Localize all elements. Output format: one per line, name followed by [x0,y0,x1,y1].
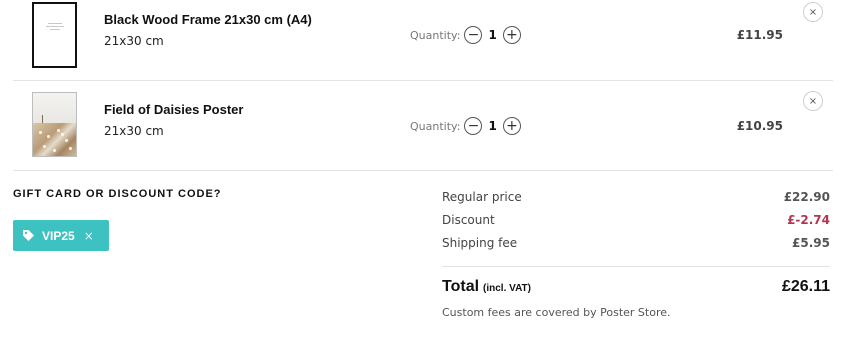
discount-code-label: VIP25 [42,228,75,243]
cart-item-frame: Black Wood Frame 21x30 cm (A4) 21x30 cm … [13,0,833,81]
quantity-value: 1 [488,28,497,42]
applied-discount-chip[interactable]: VIP25 × [13,220,109,251]
customs-fee-note: Custom fees are covered by Poster Store. [442,306,671,319]
remove-item-button[interactable]: × [803,91,823,111]
quantity-label: Quantity: [410,28,461,42]
quantity-stepper: Quantity: − 1 + [410,116,521,136]
tag-icon [22,229,35,242]
increase-quantity-button[interactable]: + [502,26,521,44]
shipping-label: Shipping fee [442,236,518,250]
quantity-stepper: Quantity: − 1 + [410,25,521,45]
quantity-value: 1 [488,119,497,133]
remove-item-button[interactable]: × [803,2,823,22]
total-label-text: Total [442,278,480,295]
shipping-row: Shipping fee £5.95 [442,236,830,259]
discount-row: Discount £-2.74 [442,213,830,236]
frame-mini-text [34,21,75,31]
regular-price-row: Regular price £22.90 [442,190,830,213]
summary-divider [442,266,830,267]
item-price: £11.95 [736,28,783,42]
poster-thumbnail-image[interactable] [32,92,77,157]
discount-code-heading[interactable]: GIFT CARD OR DISCOUNT CODE? [13,188,222,200]
discount-value: £-2.74 [787,213,830,227]
item-title[interactable]: Field of Daisies Poster [104,102,243,117]
remove-discount-button[interactable]: × [84,229,94,243]
total-label: Total (incl. VAT) [442,278,531,296]
item-title[interactable]: Black Wood Frame 21x30 cm (A4) [104,12,312,27]
item-size: 21x30 cm [104,124,164,138]
increase-quantity-button[interactable]: + [502,117,521,135]
frame-thumbnail-image[interactable] [32,2,77,68]
item-price: £10.95 [736,119,783,133]
regular-price-value: £22.90 [783,190,830,204]
cart-summary: Black Wood Frame 21x30 cm (A4) 21x30 cm … [0,0,846,338]
total-vat-note: (incl. VAT) [483,283,531,294]
order-summary: Regular price £22.90 Discount £-2.74 Shi… [442,190,830,319]
total-value: £26.11 [781,278,830,295]
shipping-value: £5.95 [792,236,830,250]
decrease-quantity-button[interactable]: − [464,26,483,44]
discount-label: Discount [442,213,495,227]
regular-price-label: Regular price [442,190,522,204]
quantity-label: Quantity: [410,119,461,133]
decrease-quantity-button[interactable]: − [464,117,483,135]
cart-item-poster: Field of Daisies Poster 21x30 cm Quantit… [13,81,833,171]
item-size: 21x30 cm [104,34,164,48]
